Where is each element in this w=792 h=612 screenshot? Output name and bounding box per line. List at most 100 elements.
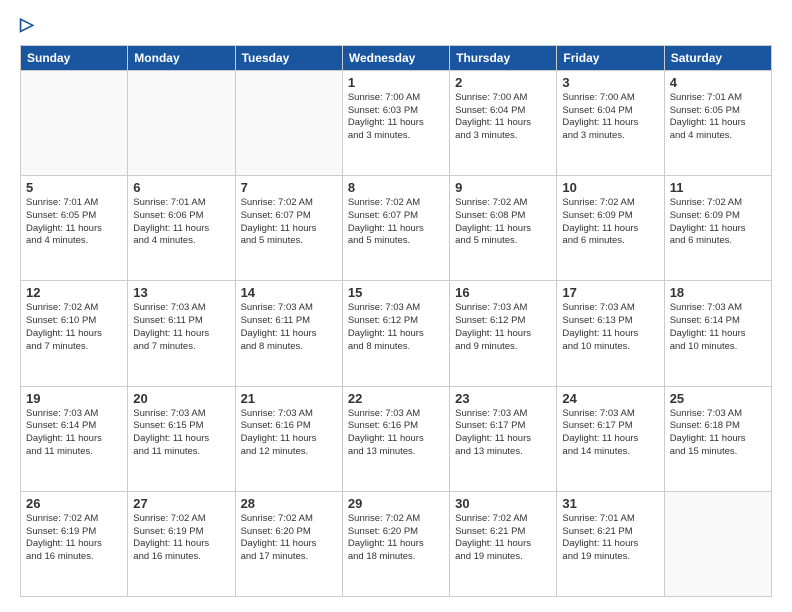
week-row-1: 1 Sunrise: 7:00 AM Sunset: 6:03 PM Daylig… (21, 70, 772, 175)
day-cell: 9 Sunrise: 7:02 AM Sunset: 6:08 PM Daylig… (450, 176, 557, 281)
day-info: Sunrise: 7:02 AM Sunset: 6:19 PM Dayligh… (26, 513, 122, 564)
day-number: 18 (670, 285, 766, 300)
day-number: 15 (348, 285, 444, 300)
day-number: 1 (348, 75, 444, 90)
weekday-thursday: Thursday (450, 45, 557, 70)
day-cell: 27 Sunrise: 7:02 AM Sunset: 6:19 PM Dayli… (128, 491, 235, 596)
day-cell: 28 Sunrise: 7:02 AM Sunset: 6:20 PM Dayli… (235, 491, 342, 596)
day-info: Sunrise: 7:00 AM Sunset: 6:04 PM Dayligh… (455, 92, 551, 143)
day-number: 6 (133, 180, 229, 195)
weekday-friday: Friday (557, 45, 664, 70)
day-info: Sunrise: 7:02 AM Sunset: 6:20 PM Dayligh… (241, 513, 337, 564)
day-number: 5 (26, 180, 122, 195)
day-number: 12 (26, 285, 122, 300)
day-cell: 11Sunrise: 7:02 AM Sunset: 6:09 PM Dayli… (664, 176, 771, 281)
day-info: Sunrise: 7:03 AM Sunset: 6:14 PM Dayligh… (26, 408, 122, 459)
day-cell: 18 Sunrise: 7:03 AM Sunset: 6:14 PM Dayli… (664, 281, 771, 386)
logo: ▷ (20, 15, 34, 35)
day-number: 22 (348, 391, 444, 406)
day-number: 25 (670, 391, 766, 406)
day-info: Sunrise: 7:01 AM Sunset: 6:05 PM Dayligh… (670, 92, 766, 143)
day-number: 30 (455, 496, 551, 511)
day-info: Sunrise: 7:00 AM Sunset: 6:04 PM Dayligh… (562, 92, 658, 143)
day-number: 2 (455, 75, 551, 90)
day-cell: 7 Sunrise: 7:02 AM Sunset: 6:07 PM Daylig… (235, 176, 342, 281)
day-cell: 6 Sunrise: 7:01 AM Sunset: 6:06 PM Daylig… (128, 176, 235, 281)
day-info: Sunrise: 7:03 AM Sunset: 6:15 PM Dayligh… (133, 408, 229, 459)
day-cell: 29 Sunrise: 7:02 AM Sunset: 6:20 PM Dayli… (342, 491, 449, 596)
day-number: 17 (562, 285, 658, 300)
day-cell: 1 Sunrise: 7:00 AM Sunset: 6:03 PM Daylig… (342, 70, 449, 175)
day-cell (235, 70, 342, 175)
day-info: Sunrise: 7:03 AM Sunset: 6:16 PM Dayligh… (241, 408, 337, 459)
day-info: Sunrise: 7:00 AM Sunset: 6:03 PM Dayligh… (348, 92, 444, 143)
day-number: 14 (241, 285, 337, 300)
day-info: Sunrise: 7:02 AM Sunset: 6:08 PM Dayligh… (455, 197, 551, 248)
weekday-saturday: Saturday (664, 45, 771, 70)
day-number: 23 (455, 391, 551, 406)
day-info: Sunrise: 7:03 AM Sunset: 6:12 PM Dayligh… (348, 302, 444, 353)
day-info: Sunrise: 7:02 AM Sunset: 6:07 PM Dayligh… (348, 197, 444, 248)
day-cell (128, 70, 235, 175)
day-info: Sunrise: 7:02 AM Sunset: 6:19 PM Dayligh… (133, 513, 229, 564)
day-info: Sunrise: 7:03 AM Sunset: 6:14 PM Dayligh… (670, 302, 766, 353)
day-cell: 14 Sunrise: 7:03 AM Sunset: 6:11 PM Dayli… (235, 281, 342, 386)
day-info: Sunrise: 7:01 AM Sunset: 6:06 PM Dayligh… (133, 197, 229, 248)
day-info: Sunrise: 7:03 AM Sunset: 6:11 PM Dayligh… (241, 302, 337, 353)
weekday-monday: Monday (128, 45, 235, 70)
day-number: 10 (562, 180, 658, 195)
day-cell: 19 Sunrise: 7:03 AM Sunset: 6:14 PM Dayli… (21, 386, 128, 491)
day-cell: 23 Sunrise: 7:03 AM Sunset: 6:17 PM Dayli… (450, 386, 557, 491)
day-info: Sunrise: 7:02 AM Sunset: 6:07 PM Dayligh… (241, 197, 337, 248)
day-number: 31 (562, 496, 658, 511)
day-number: 7 (241, 180, 337, 195)
day-info: Sunrise: 7:02 AM Sunset: 6:20 PM Dayligh… (348, 513, 444, 564)
day-cell: 8 Sunrise: 7:02 AM Sunset: 6:07 PM Daylig… (342, 176, 449, 281)
weekday-sunday: Sunday (21, 45, 128, 70)
day-cell: 15 Sunrise: 7:03 AM Sunset: 6:12 PM Dayli… (342, 281, 449, 386)
day-cell (21, 70, 128, 175)
day-cell: 10 Sunrise: 7:02 AM Sunset: 6:09 PM Dayli… (557, 176, 664, 281)
day-info: Sunrise: 7:03 AM Sunset: 6:16 PM Dayligh… (348, 408, 444, 459)
day-number: 16 (455, 285, 551, 300)
day-cell: 3 Sunrise: 7:00 AM Sunset: 6:04 PM Daylig… (557, 70, 664, 175)
day-cell: 12Sunrise: 7:02 AM Sunset: 6:10 PM Dayli… (21, 281, 128, 386)
week-row-3: 12Sunrise: 7:02 AM Sunset: 6:10 PM Dayli… (21, 281, 772, 386)
day-cell: 5Sunrise: 7:01 AM Sunset: 6:05 PM Daylig… (21, 176, 128, 281)
day-info: Sunrise: 7:01 AM Sunset: 6:21 PM Dayligh… (562, 513, 658, 564)
day-cell: 31 Sunrise: 7:01 AM Sunset: 6:21 PM Dayli… (557, 491, 664, 596)
header: ▷ (20, 15, 772, 35)
day-number: 21 (241, 391, 337, 406)
day-info: Sunrise: 7:02 AM Sunset: 6:09 PM Dayligh… (670, 197, 766, 248)
day-info: Sunrise: 7:03 AM Sunset: 6:17 PM Dayligh… (455, 408, 551, 459)
day-cell: 30Sunrise: 7:02 AM Sunset: 6:21 PM Dayli… (450, 491, 557, 596)
day-info: Sunrise: 7:03 AM Sunset: 6:13 PM Dayligh… (562, 302, 658, 353)
day-number: 19 (26, 391, 122, 406)
day-info: Sunrise: 7:02 AM Sunset: 6:09 PM Dayligh… (562, 197, 658, 248)
day-number: 9 (455, 180, 551, 195)
day-cell: 22 Sunrise: 7:03 AM Sunset: 6:16 PM Dayli… (342, 386, 449, 491)
week-row-4: 19 Sunrise: 7:03 AM Sunset: 6:14 PM Dayli… (21, 386, 772, 491)
day-number: 3 (562, 75, 658, 90)
day-cell: 21 Sunrise: 7:03 AM Sunset: 6:16 PM Dayli… (235, 386, 342, 491)
day-number: 29 (348, 496, 444, 511)
day-cell: 20 Sunrise: 7:03 AM Sunset: 6:15 PM Dayli… (128, 386, 235, 491)
day-cell: 4Sunrise: 7:01 AM Sunset: 6:05 PM Daylig… (664, 70, 771, 175)
day-info: Sunrise: 7:03 AM Sunset: 6:18 PM Dayligh… (670, 408, 766, 459)
logo-icon-flag: ▷ (20, 14, 34, 34)
day-number: 24 (562, 391, 658, 406)
day-info: Sunrise: 7:03 AM Sunset: 6:17 PM Dayligh… (562, 408, 658, 459)
day-cell (664, 491, 771, 596)
calendar-table: SundayMondayTuesdayWednesdayThursdayFrid… (20, 45, 772, 597)
day-number: 8 (348, 180, 444, 195)
week-row-5: 26Sunrise: 7:02 AM Sunset: 6:19 PM Dayli… (21, 491, 772, 596)
weekday-tuesday: Tuesday (235, 45, 342, 70)
day-cell: 2 Sunrise: 7:00 AM Sunset: 6:04 PM Daylig… (450, 70, 557, 175)
day-number: 27 (133, 496, 229, 511)
day-number: 20 (133, 391, 229, 406)
day-cell: 26Sunrise: 7:02 AM Sunset: 6:19 PM Dayli… (21, 491, 128, 596)
day-info: Sunrise: 7:03 AM Sunset: 6:11 PM Dayligh… (133, 302, 229, 353)
week-row-2: 5Sunrise: 7:01 AM Sunset: 6:05 PM Daylig… (21, 176, 772, 281)
day-number: 28 (241, 496, 337, 511)
day-cell: 24 Sunrise: 7:03 AM Sunset: 6:17 PM Dayli… (557, 386, 664, 491)
